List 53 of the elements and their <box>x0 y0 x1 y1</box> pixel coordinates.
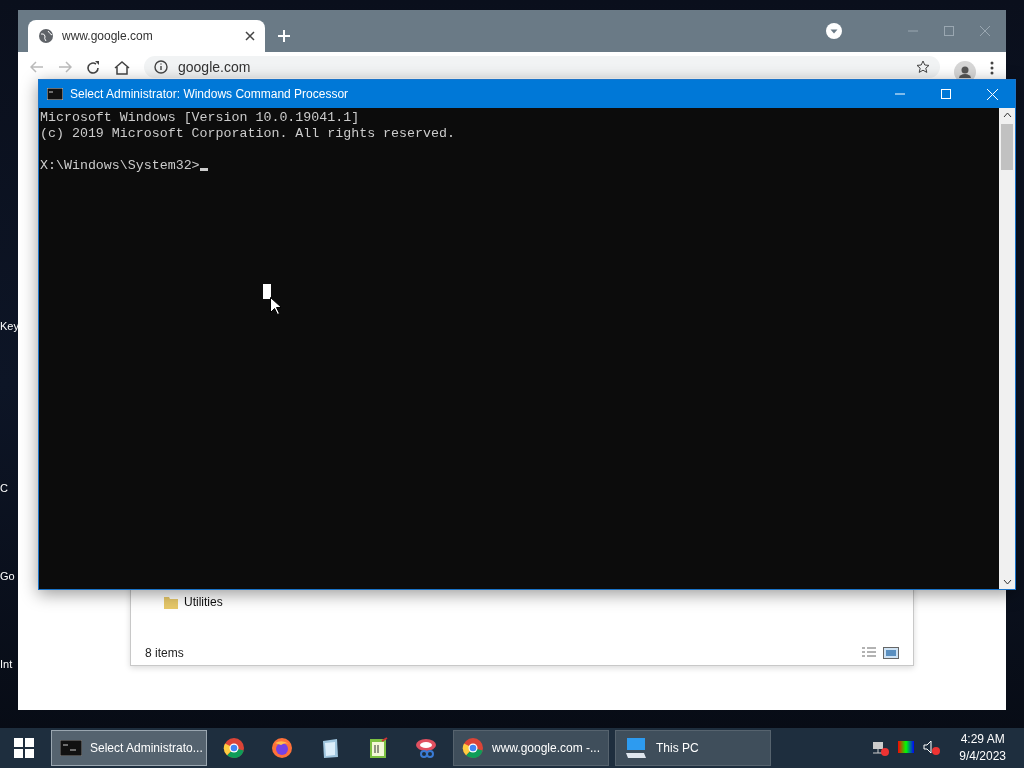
computer-icon <box>624 737 648 759</box>
desktop-icon-label[interactable]: Go <box>0 570 15 582</box>
desktop-icon-label[interactable]: Int <box>0 658 13 670</box>
text-caret <box>199 168 208 171</box>
console-icon <box>47 88 63 100</box>
address-bar[interactable]: google.com <box>144 56 940 78</box>
mouse-pointer-icon <box>270 297 281 315</box>
scissors-icon[interactable] <box>414 737 438 759</box>
maximize-icon <box>941 89 951 99</box>
editor-icon[interactable] <box>368 737 388 759</box>
window-title: Select Administrator: Windows Command Processor <box>70 87 350 101</box>
close-icon[interactable] <box>245 31 255 41</box>
address-text: google.com <box>178 59 252 75</box>
console-icon <box>60 740 82 756</box>
taskbar-button[interactable]: www.google.com -... <box>453 730 609 766</box>
item-count: 8 items <box>145 646 185 660</box>
clock-date: 9/4/2023 <box>959 748 1006 765</box>
folder-name[interactable]: Utilities <box>184 595 223 609</box>
taskbar-button[interactable]: This PC <box>615 730 771 766</box>
caret-icon[interactable] <box>826 23 842 39</box>
new-tab-icon[interactable] <box>277 29 291 43</box>
color-display-icon[interactable] <box>897 740 916 756</box>
desktop-icon-label[interactable]: C <box>0 482 8 494</box>
browser-tab[interactable]: www.google.com <box>28 20 265 52</box>
windows-icon <box>14 738 34 758</box>
scroll-up-icon[interactable] <box>1002 112 1012 118</box>
info-icon <box>154 60 168 74</box>
desktop-icon-label[interactable]: Key <box>0 320 19 332</box>
home-icon[interactable] <box>114 61 130 75</box>
clock[interactable]: 4:29 AM 9/4/2023 <box>959 731 1006 765</box>
chrome-icon <box>462 737 484 759</box>
scrollbar[interactable] <box>999 108 1015 589</box>
tab-title: www.google.com <box>62 29 154 43</box>
chrome-icon[interactable] <box>223 737 245 759</box>
block-cursor <box>263 284 271 299</box>
command-prompt: X:\Windows\System32> <box>40 158 200 173</box>
notepad-icon[interactable] <box>320 737 340 759</box>
muted-speaker-icon[interactable] <box>923 740 942 756</box>
console-line: Microsoft Windows [Version 10.0.19041.1] <box>40 110 361 126</box>
firefox-icon[interactable] <box>271 737 293 759</box>
star-icon[interactable] <box>916 60 930 74</box>
folder-icon <box>164 595 178 609</box>
globe-icon <box>38 28 54 44</box>
scroll-thumb[interactable] <box>1001 124 1013 170</box>
thumbnail-view-icon[interactable] <box>883 647 899 659</box>
network-error-icon[interactable] <box>871 740 890 756</box>
menu-icon[interactable] <box>990 61 994 75</box>
taskbar-button[interactable]: Select Administrato... <box>51 730 207 766</box>
reload-icon[interactable] <box>86 61 100 75</box>
scroll-down-icon[interactable] <box>1002 579 1012 585</box>
console-line: (c) 2019 Microsoft Corporation. All rights reserved. <box>40 126 456 142</box>
clock-time: 4:29 AM <box>960 731 1005 748</box>
close-icon <box>986 88 998 100</box>
